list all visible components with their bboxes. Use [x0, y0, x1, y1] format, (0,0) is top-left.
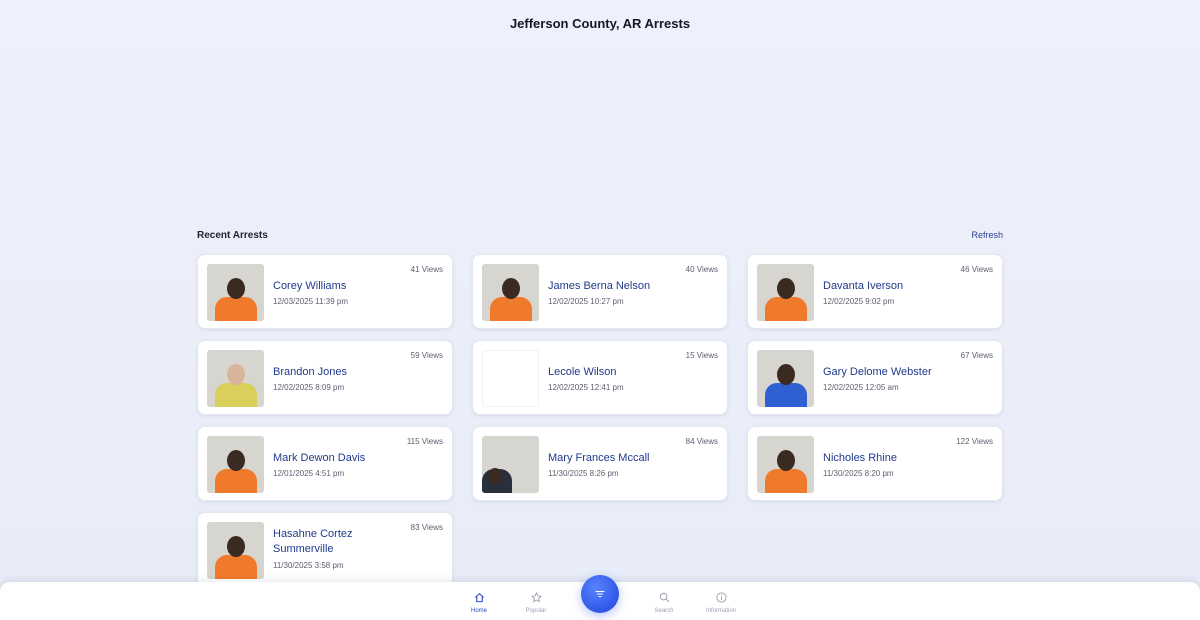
mugshot-photo [482, 264, 539, 321]
arrestee-name[interactable]: Hasahne Cortez Summerville [273, 527, 413, 557]
arrest-date: 12/02/2025 8:09 pm [273, 383, 345, 392]
home-icon [449, 592, 509, 605]
mugshot-photo [757, 264, 814, 321]
arrestee-name[interactable]: Nicholes Rhine [823, 451, 963, 466]
nav-popular[interactable]: Popular [506, 591, 566, 614]
arrest-date: 12/02/2025 10:27 pm [548, 297, 624, 306]
nav-home-label: Home [470, 608, 487, 614]
arrests-grid: Corey Williams 12/03/2025 11:39 pm 41 Vi… [197, 254, 1003, 587]
view-count: 41 Views [410, 265, 443, 274]
mugshot-photo [207, 522, 264, 579]
arrest-card[interactable]: James Berna Nelson 12/02/2025 10:27 pm 4… [472, 254, 728, 329]
filter-button[interactable] [581, 575, 619, 613]
star-icon [506, 591, 566, 605]
page-title: Jefferson County, AR Arrests [509, 16, 691, 31]
info-icon [691, 592, 751, 605]
mugshot-photo [757, 350, 814, 407]
arrest-date: 12/02/2025 9:02 pm [823, 297, 895, 306]
arrestee-name[interactable]: Gary Delome Webster [823, 365, 963, 380]
arrest-card[interactable]: Brandon Jones 12/02/2025 8:09 pm 59 View… [197, 340, 453, 415]
arrest-date: 11/30/2025 3:58 pm [273, 561, 344, 570]
section-title: Recent Arrests [197, 230, 268, 241]
arrestee-name[interactable]: Corey Williams [273, 279, 413, 294]
arrest-date: 12/01/2025 4:51 pm [273, 469, 345, 478]
arrestee-name[interactable]: Brandon Jones [273, 365, 413, 380]
view-count: 67 Views [960, 351, 993, 360]
nav-search[interactable]: Search [634, 592, 694, 614]
arrest-date: 12/02/2025 12:41 pm [548, 383, 624, 392]
mugshot-placeholder [482, 350, 539, 407]
arrest-card[interactable]: Gary Delome Webster 12/02/2025 12:05 am … [747, 340, 1003, 415]
arrest-date: 12/02/2025 12:05 am [823, 383, 899, 392]
view-count: 115 Views [406, 437, 443, 446]
mugshot-photo [207, 436, 264, 493]
view-count: 40 Views [685, 265, 718, 274]
arrestee-name[interactable]: Lecole Wilson [548, 365, 688, 380]
arrestee-name[interactable]: Davanta Iverson [823, 279, 963, 294]
nav-popular-label: Popular [525, 608, 547, 614]
search-icon [634, 592, 694, 605]
view-count: 59 Views [410, 351, 443, 360]
view-count: 46 Views [960, 265, 993, 274]
refresh-button[interactable]: Refresh [971, 230, 1003, 240]
view-count: 84 Views [685, 437, 718, 446]
arrest-date: 12/03/2025 11:39 pm [273, 297, 349, 306]
arrestee-name[interactable]: James Berna Nelson [548, 279, 688, 294]
arrestee-name[interactable]: Mary Frances Mccall [548, 451, 688, 466]
filter-icon [594, 589, 606, 599]
arrest-card[interactable]: Lecole Wilson 12/02/2025 12:41 pm 15 Vie… [472, 340, 728, 415]
arrest-date: 11/30/2025 8:20 pm [823, 469, 894, 478]
mugshot-photo [757, 436, 814, 493]
nav-information[interactable]: Information [691, 592, 751, 614]
recent-arrests-header: Recent Arrests Refresh [197, 230, 1003, 244]
arrest-card[interactable]: Nicholes Rhine 11/30/2025 8:20 pm 122 Vi… [747, 426, 1003, 501]
view-count: 15 Views [685, 351, 718, 360]
nav-search-label: Search [654, 608, 674, 614]
arrest-card[interactable]: Mark Dewon Davis 12/01/2025 4:51 pm 115 … [197, 426, 453, 501]
view-count: 83 Views [410, 523, 443, 532]
arrest-card[interactable]: Mary Frances Mccall 11/30/2025 8:26 pm 8… [472, 426, 728, 501]
arrest-card[interactable]: Corey Williams 12/03/2025 11:39 pm 41 Vi… [197, 254, 453, 329]
mugshot-photo [207, 350, 264, 407]
arrest-date: 11/30/2025 8:26 pm [548, 469, 619, 478]
nav-information-label: Information [705, 608, 736, 614]
view-count: 122 Views [956, 437, 993, 446]
arrest-card[interactable]: Davanta Iverson 12/02/2025 9:02 pm 46 Vi… [747, 254, 1003, 329]
arrestee-name[interactable]: Mark Dewon Davis [273, 451, 413, 466]
nav-home[interactable]: Home [449, 592, 509, 614]
arrest-card[interactable]: Hasahne Cortez Summerville 11/30/2025 3:… [197, 512, 453, 587]
mugshot-photo [482, 436, 539, 493]
mugshot-photo [207, 264, 264, 321]
